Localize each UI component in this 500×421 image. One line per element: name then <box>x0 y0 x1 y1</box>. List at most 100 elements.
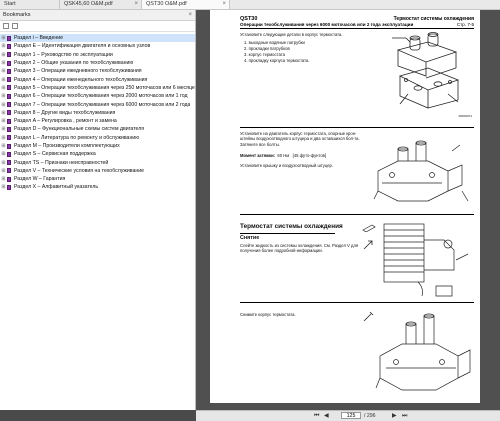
install-step-3: 3. корпус термостата <box>244 52 285 57</box>
bookmark-item[interactable]: ⊞ Раздел 5 – Операции техобслуживания чер… <box>0 84 195 92</box>
page-number-input[interactable]: 125 <box>341 412 361 419</box>
bookmark-icon <box>7 77 11 83</box>
bookmark-label: Раздел D – Функциональные схемы систем д… <box>14 126 145 133</box>
bookmark-label: Раздел X – Алфавитный указатель <box>14 184 99 191</box>
tab-qsk45-pdf[interactable]: QSK45,60 O&M.pdf × <box>60 0 142 9</box>
expand-icon[interactable]: ⊞ <box>0 102 7 108</box>
bookmarks-panel: Bookmarks × ⊞ Раздел i – Введение ⊞ Раздел … <box>0 10 196 410</box>
bookmark-label: Раздел 8 – Другие виды техобслуживания <box>14 109 116 116</box>
bookmark-label: Раздел V – Технические условия на техобс… <box>14 167 144 174</box>
close-icon[interactable]: × <box>222 0 226 9</box>
prev-page-icon[interactable]: ◀ <box>324 412 329 420</box>
thermostat-housing-figure: 06b00071 <box>388 32 474 120</box>
bookmark-item[interactable]: ⊞ Раздел A – Регулировка , ремонт и замен… <box>0 117 195 125</box>
bookmarks-header: Bookmarks × <box>0 10 195 21</box>
next-page-icon[interactable]: ▶ <box>392 412 397 420</box>
divider <box>240 302 474 303</box>
divider <box>240 233 335 234</box>
bookmark-icon <box>7 68 11 74</box>
expand-icon[interactable]: ⊞ <box>0 52 7 58</box>
bookmark-item[interactable]: ⊞ Раздел 2 – Общие указания по техобслужи… <box>0 59 195 67</box>
tab-start[interactable]: Start <box>0 0 60 9</box>
bookmark-icon <box>7 102 11 108</box>
bookmark-item[interactable]: ⊞ Раздел X – Алфавитный указатель <box>0 183 195 191</box>
bookmark-label: Раздел W – Гарантия <box>14 176 66 183</box>
bookmark-item[interactable]: ⊞ Раздел M – Производители комплектующих <box>0 142 195 150</box>
expand-all-icon[interactable] <box>3 23 9 29</box>
pencil-icon <box>362 219 376 233</box>
expand-icon[interactable]: ⊞ <box>0 143 7 149</box>
page-header-section: Операции техобслуживания через 6000 мото… <box>240 22 414 27</box>
expand-icon[interactable]: ⊞ <box>0 110 7 116</box>
bookmark-label: Раздел L – Литература по ремонту и обслу… <box>14 134 140 141</box>
remove-housing-text: Снимите корпус термостата. <box>240 312 296 317</box>
figure-code: 06b00071 <box>458 113 472 118</box>
tab-label: QSK45,60 O&M.pdf <box>64 1 113 7</box>
bookmark-icon <box>7 135 11 141</box>
divider <box>240 214 474 215</box>
engine-thermostat-figure <box>372 131 474 209</box>
bookmark-icon <box>7 52 11 58</box>
torque-value: 60 Нм <box>277 153 290 158</box>
removal-title: Снятие <box>240 235 260 241</box>
bookmark-item[interactable]: ⊞ Раздел 4 – Операции еженедельного техоб… <box>0 75 195 83</box>
install-step-1: 1. выходные водяные патрубки <box>244 40 305 45</box>
expand-icon[interactable]: ⊞ <box>0 160 7 166</box>
torque-spec: Момент затяжки: 60 Нм [45 футо-фунтов] <box>240 153 326 158</box>
bookmark-label: Раздел 2 – Общие указания по техобслужив… <box>14 60 134 67</box>
expand-icon[interactable]: ⊞ <box>0 43 7 49</box>
header-divider <box>240 28 474 29</box>
page-navigation-bar: ⏮ ◀ 125 / 296 ▶ ⏭ <box>196 410 500 421</box>
bookmark-item[interactable]: ⊞ Раздел D – Функциональные схемы систем … <box>0 125 195 133</box>
bookmark-item[interactable]: ⊞ Раздел L – Литература по ремонту и обсл… <box>0 134 195 142</box>
expand-icon[interactable]: ⊞ <box>0 35 7 41</box>
expand-icon[interactable]: ⊞ <box>0 93 7 99</box>
bookmark-item[interactable]: ⊞ Раздел S – Сервисная поддержка <box>0 150 195 158</box>
install-intro: Установите следующие детали в корпус тер… <box>240 32 343 37</box>
bookmark-icon <box>7 168 11 174</box>
bookmark-item[interactable]: ⊞ Раздел 8 – Другие виды техобслуживания <box>0 109 195 117</box>
collapse-all-icon[interactable] <box>12 23 18 29</box>
expand-icon[interactable]: ⊞ <box>0 85 7 91</box>
expand-icon[interactable]: ⊞ <box>0 60 7 66</box>
bookmark-icon <box>7 60 11 66</box>
bookmarks-toolbar <box>0 21 195 32</box>
bookmark-item[interactable]: ⊞ Раздел 6 – Операции техобслуживания чер… <box>0 92 195 100</box>
bookmark-list: ⊞ Раздел i – Введение ⊞ Раздел E – Идентифи… <box>0 32 195 192</box>
last-page-icon[interactable]: ⏭ <box>402 412 407 420</box>
document-view[interactable]: QST30 Операции техобслуживания через 600… <box>196 10 500 410</box>
expand-icon[interactable]: ⊞ <box>0 135 7 141</box>
bookmark-item[interactable]: ⊞ Раздел i – Введение <box>0 34 195 43</box>
bookmark-item[interactable]: ⊞ Раздел V – Технические условия на техоб… <box>0 167 195 175</box>
bookmark-icon <box>7 160 11 166</box>
bookmark-item[interactable]: ⊞ Раздел W – Гарантия <box>0 175 195 183</box>
bookmark-label: Раздел 4 – Операции еженедельного техобс… <box>14 76 148 83</box>
expand-icon[interactable]: ⊞ <box>0 68 7 74</box>
expand-icon[interactable]: ⊞ <box>0 126 7 132</box>
bookmark-item[interactable]: ⊞ Раздел TS – Признаки неисправностей <box>0 158 195 166</box>
bookmark-label: Раздел E – Идентификация двигателя и осн… <box>14 43 151 50</box>
bookmark-item[interactable]: ⊞ Раздел 7 – Операции техобслуживания чер… <box>0 100 195 108</box>
bookmark-label: Раздел TS – Признаки неисправностей <box>14 159 109 166</box>
expand-icon[interactable]: ⊞ <box>0 77 7 83</box>
expand-icon[interactable]: ⊞ <box>0 168 7 174</box>
torque-label: Момент затяжки: <box>240 153 276 158</box>
bookmark-icon <box>7 151 11 157</box>
bookmark-item[interactable]: ⊞ Раздел 3 – Операции ежедневного техобсл… <box>0 67 195 75</box>
tab-qst30-pdf[interactable]: QST30 O&M.pdf × <box>142 0 230 9</box>
thermostat-removal-figure <box>372 306 474 398</box>
expand-icon[interactable]: ⊞ <box>0 184 7 190</box>
bookmark-item[interactable]: ⊞ Раздел E – Идентификация двигателя и ос… <box>0 42 195 50</box>
expand-icon[interactable]: ⊞ <box>0 151 7 157</box>
bookmark-label: Раздел A – Регулировка , ремонт и замена <box>14 118 117 125</box>
close-icon[interactable]: × <box>188 10 192 20</box>
bookmark-item[interactable]: ⊞ Раздел 1 – Руководство по эксплуатации <box>0 51 195 59</box>
expand-icon[interactable]: ⊞ <box>0 118 7 124</box>
first-page-icon[interactable]: ⏮ <box>314 412 319 420</box>
bookmark-icon <box>7 43 11 49</box>
page-total: / 296 <box>364 413 376 419</box>
tab-bar: Start QSK45,60 O&M.pdf × QST30 O&M.pdf × <box>0 0 500 10</box>
bookmarks-title: Bookmarks <box>3 12 31 18</box>
expand-icon[interactable]: ⊞ <box>0 176 7 182</box>
close-icon[interactable]: × <box>134 0 138 9</box>
